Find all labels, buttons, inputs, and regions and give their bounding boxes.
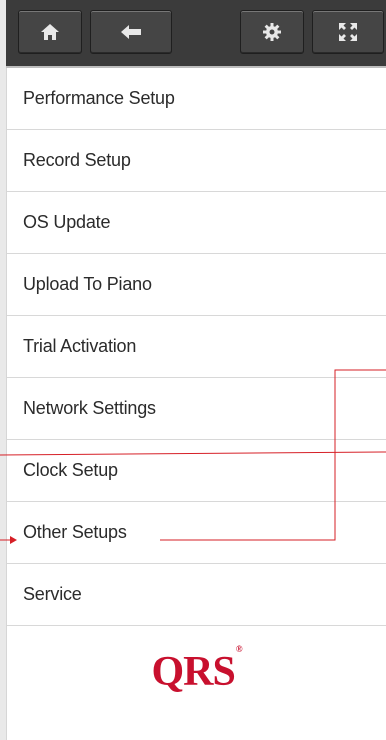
settings-menu: Performance Setup Record Setup OS Update…	[7, 68, 386, 626]
top-toolbar	[6, 0, 386, 68]
qrs-logo: QRS®	[151, 644, 242, 696]
registered-mark: ®	[235, 644, 243, 654]
menu-item-label: Service	[23, 584, 82, 604]
menu-item-label: Record Setup	[23, 150, 131, 170]
menu-item-performance-setup[interactable]: Performance Setup	[7, 68, 386, 130]
menu-item-upload-to-piano[interactable]: Upload To Piano	[7, 254, 386, 316]
home-icon	[40, 22, 60, 42]
menu-item-trial-activation[interactable]: Trial Activation	[7, 316, 386, 378]
settings-button[interactable]	[240, 10, 304, 54]
menu-item-network-settings[interactable]: Network Settings	[7, 378, 386, 440]
back-button[interactable]	[90, 10, 172, 54]
gear-icon	[262, 22, 282, 42]
menu-item-label: Trial Activation	[23, 336, 137, 356]
menu-item-record-setup[interactable]: Record Setup	[7, 130, 386, 192]
home-button[interactable]	[18, 10, 82, 54]
menu-item-label: Network Settings	[23, 398, 156, 418]
menu-item-label: Performance Setup	[23, 88, 175, 108]
menu-item-label: Upload To Piano	[23, 274, 152, 294]
menu-item-os-update[interactable]: OS Update	[7, 192, 386, 254]
menu-item-service[interactable]: Service	[7, 564, 386, 626]
arrow-left-icon	[120, 23, 142, 41]
menu-item-clock-setup[interactable]: Clock Setup	[7, 440, 386, 502]
footer: QRS®	[7, 636, 386, 740]
fullscreen-icon	[338, 22, 358, 42]
menu-item-label: Clock Setup	[23, 460, 118, 480]
menu-item-label: Other Setups	[23, 522, 127, 542]
menu-item-other-setups[interactable]: Other Setups	[7, 502, 386, 564]
menu-item-label: OS Update	[23, 212, 111, 232]
logo-text: QRS	[151, 649, 235, 695]
left-border	[0, 0, 7, 740]
fullscreen-button[interactable]	[312, 10, 384, 54]
